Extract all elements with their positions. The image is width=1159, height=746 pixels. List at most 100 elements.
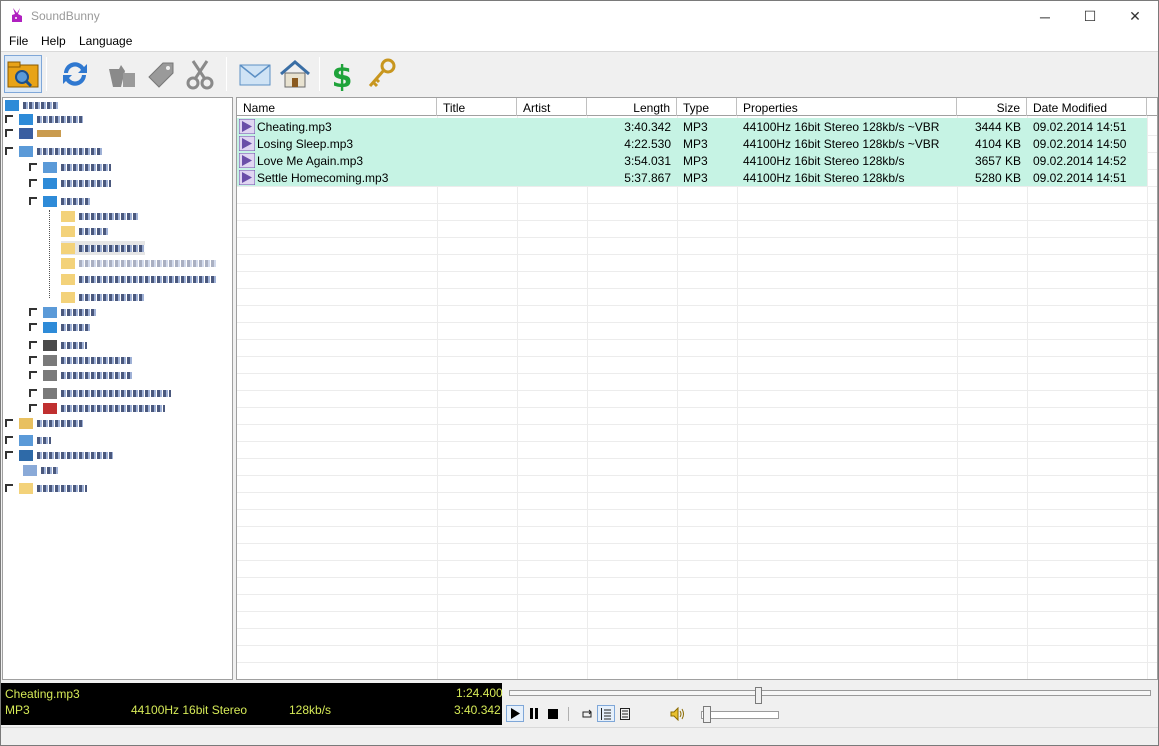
column-header-artist[interactable]: Artist xyxy=(517,98,587,116)
network-icon xyxy=(19,434,33,446)
expand-icon[interactable] xyxy=(29,179,37,187)
cut-button[interactable] xyxy=(181,55,219,93)
play-icon xyxy=(511,708,520,719)
play-button[interactable] xyxy=(506,705,524,722)
maximize-button[interactable]: ☐ xyxy=(1067,1,1113,32)
volume-track[interactable] xyxy=(701,711,779,719)
menu-help[interactable]: Help xyxy=(41,34,66,48)
expand-icon[interactable] xyxy=(5,147,13,155)
expand-icon[interactable] xyxy=(29,404,37,412)
tree-item[interactable] xyxy=(5,433,51,447)
tag-from-filename-button[interactable] xyxy=(103,55,141,93)
folder-tree[interactable] xyxy=(2,97,233,680)
menu-language[interactable]: Language xyxy=(79,34,132,48)
tree-item[interactable] xyxy=(61,272,217,286)
tree-item[interactable] xyxy=(29,160,111,174)
tree-item[interactable] xyxy=(5,126,61,140)
email-button[interactable] xyxy=(236,55,274,93)
register-key-button[interactable] xyxy=(362,55,400,93)
tree-item[interactable] xyxy=(29,320,91,334)
column-header-date-modified[interactable]: Date Modified xyxy=(1027,98,1147,116)
open-folder-button[interactable] xyxy=(4,55,42,93)
expand-icon[interactable] xyxy=(5,436,13,444)
seek-track[interactable] xyxy=(509,690,1151,696)
column-header-title[interactable]: Title xyxy=(437,98,517,116)
table-row[interactable]: Love Me Again.mp3 3:54.031 MP3 44100Hz 1… xyxy=(237,152,1147,169)
tree-item[interactable] xyxy=(29,305,97,319)
folder-icon xyxy=(61,273,75,285)
expand-icon[interactable] xyxy=(5,129,13,137)
expand-icon[interactable] xyxy=(5,451,13,459)
tag-button[interactable] xyxy=(143,55,181,93)
tree-item[interactable] xyxy=(29,401,165,415)
cloud-folder-icon xyxy=(19,113,33,125)
expand-icon[interactable] xyxy=(29,341,37,349)
tree-item[interactable] xyxy=(61,290,145,304)
pause-button[interactable] xyxy=(525,705,543,722)
expand-icon[interactable] xyxy=(29,356,37,364)
file-list[interactable]: Name Title Artist Length Type Properties… xyxy=(236,97,1158,680)
expand-icon[interactable] xyxy=(5,115,13,123)
desktop-icon xyxy=(5,99,19,111)
cell-length: 3:40.342 xyxy=(624,120,671,134)
column-header-type[interactable]: Type xyxy=(677,98,737,116)
mute-button[interactable] xyxy=(669,705,687,722)
tree-item[interactable] xyxy=(29,353,133,367)
tree-item[interactable] xyxy=(5,98,59,112)
play-selected-button[interactable] xyxy=(597,705,615,722)
expand-icon[interactable] xyxy=(29,371,37,379)
tree-item-selected[interactable] xyxy=(61,241,145,255)
expand-icon[interactable] xyxy=(29,389,37,397)
tree-item[interactable] xyxy=(5,481,87,495)
list-icon xyxy=(601,707,611,720)
close-button[interactable]: ✕ xyxy=(1112,1,1158,32)
expand-icon[interactable] xyxy=(29,323,37,331)
column-header-size[interactable]: Size xyxy=(957,98,1027,116)
expand-icon[interactable] xyxy=(29,197,37,205)
expand-icon[interactable] xyxy=(29,163,37,171)
folder-icon xyxy=(43,161,57,173)
tree-item[interactable] xyxy=(61,209,139,223)
home-button[interactable] xyxy=(276,55,314,93)
tree-item[interactable] xyxy=(29,386,171,400)
expand-icon[interactable] xyxy=(5,419,13,427)
table-row[interactable]: Losing Sleep.mp3 4:22.530 MP3 44100Hz 16… xyxy=(237,135,1147,152)
tree-item[interactable] xyxy=(29,368,133,382)
table-row[interactable]: Cheating.mp3 3:40.342 MP3 44100Hz 16bit … xyxy=(237,118,1147,135)
buy-button[interactable]: $ xyxy=(323,55,361,93)
folder-icon xyxy=(61,257,75,269)
column-header-length[interactable]: Length xyxy=(587,98,677,116)
volume-handle[interactable] xyxy=(703,706,711,723)
column-header-name[interactable]: Name xyxy=(237,98,437,116)
tree-item[interactable] xyxy=(29,176,111,190)
folder-icon xyxy=(61,225,75,237)
menu-file[interactable]: File xyxy=(9,34,28,48)
refresh-button[interactable] xyxy=(56,55,94,93)
tree-item[interactable] xyxy=(23,463,59,477)
table-row[interactable]: Settle Homecoming.mp3 5:37.867 MP3 44100… xyxy=(237,169,1147,186)
tree-item[interactable] xyxy=(5,144,103,158)
tree-item[interactable] xyxy=(5,112,83,126)
tree-item[interactable] xyxy=(29,338,87,352)
stop-button[interactable] xyxy=(544,705,562,722)
tree-item[interactable] xyxy=(61,256,217,270)
tree-item[interactable] xyxy=(29,194,91,208)
column-header-properties[interactable]: Properties xyxy=(737,98,957,116)
cell-name: Losing Sleep.mp3 xyxy=(257,137,354,151)
minimize-button[interactable]: ─ xyxy=(1022,1,1068,32)
tree-item[interactable] xyxy=(5,416,83,430)
seek-slider[interactable] xyxy=(509,687,1151,704)
cell-properties: 44100Hz 16bit Stereo 128kb/s xyxy=(743,154,905,168)
now-playing-format: 44100Hz 16bit Stereo xyxy=(131,703,248,717)
expand-icon[interactable] xyxy=(5,484,13,492)
cell-date-modified: 09.02.2014 14:50 xyxy=(1033,137,1127,151)
control-panel-icon xyxy=(19,449,33,461)
seek-handle[interactable] xyxy=(755,687,762,704)
cell-type: MP3 xyxy=(683,154,708,168)
tree-item[interactable] xyxy=(5,448,113,462)
expand-icon[interactable] xyxy=(29,308,37,316)
tree-item[interactable] xyxy=(61,224,109,238)
cell-properties: 44100Hz 16bit Stereo 128kb/s ~VBR xyxy=(743,137,940,151)
repeat-button[interactable] xyxy=(578,705,596,722)
play-all-button[interactable] xyxy=(616,705,634,722)
